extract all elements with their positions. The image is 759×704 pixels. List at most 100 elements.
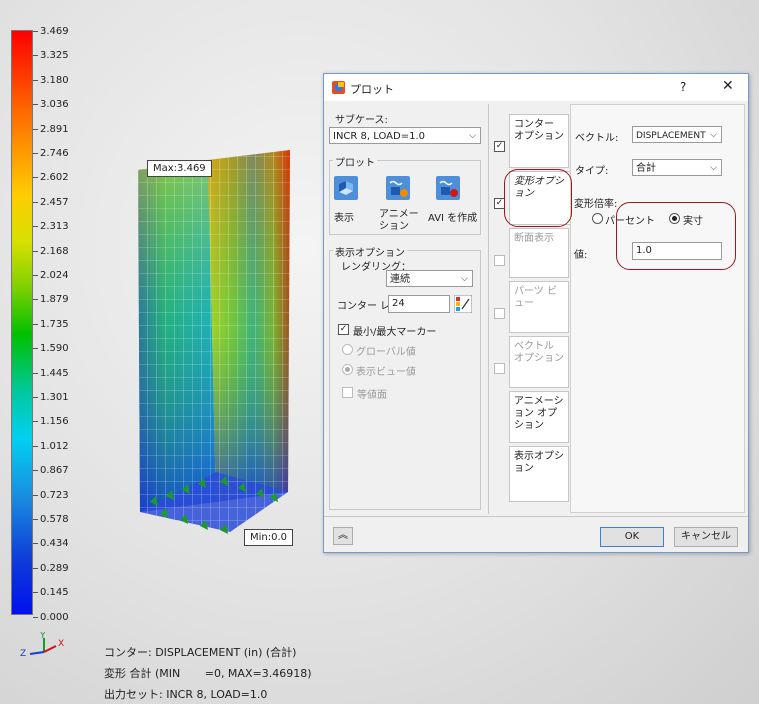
option-tab[interactable]: アニメーション オプション: [509, 391, 569, 443]
scale-label: 変形倍率:: [574, 199, 618, 210]
legend-tick: [33, 567, 38, 569]
display-tool-label: 表示: [334, 213, 354, 224]
tab-enable-checkbox[interactable]: ✓: [494, 141, 505, 152]
display-icon[interactable]: [334, 176, 358, 200]
legend-value: 1.156: [40, 416, 69, 428]
color-palette-icon[interactable]: [454, 295, 472, 313]
legend-tick: [33, 104, 38, 106]
legend-value: 1.301: [40, 392, 69, 403]
tab-enable-checkbox[interactable]: [494, 255, 505, 266]
isosurface-label: 等値面: [357, 390, 387, 401]
legend-value: 2.891: [40, 123, 69, 135]
type-label: タイプ:: [575, 166, 609, 177]
legend-tick: [33, 153, 38, 154]
axis-x-label: X: [58, 639, 64, 649]
type-value: 合計: [636, 163, 656, 174]
chevron-down-icon: ⌵: [461, 274, 468, 284]
dialog-titlebar[interactable]: プロット ? ✕: [324, 74, 748, 101]
contour-legend-bar: [11, 30, 33, 615]
close-button[interactable]: ✕: [722, 78, 734, 94]
legend-tick: [33, 79, 38, 81]
global-value-radio[interactable]: [342, 344, 353, 355]
legend-tick: [33, 421, 38, 423]
tab-enable-checkbox[interactable]: [494, 363, 505, 374]
chevron-down-icon: ⌵: [710, 163, 717, 173]
plot-app-icon: [332, 81, 345, 94]
info-contour: コンター: DISPLACEMENT (in) (合計): [104, 646, 297, 659]
annotation-scale-circle: [616, 202, 736, 270]
cancel-button[interactable]: キャンセル: [674, 527, 738, 547]
tab-enable-checkbox[interactable]: [494, 308, 505, 319]
help-button[interactable]: ?: [680, 80, 686, 94]
legend-tick: [33, 55, 38, 57]
legend-value: 2.168: [40, 245, 69, 257]
legend-tick: [33, 275, 38, 276]
plot-group-title: プロット: [333, 154, 377, 169]
axis-triad: Z Y X: [20, 632, 64, 659]
min-marker: Min:0.0: [244, 529, 294, 546]
chevron-down-icon: ⌵: [710, 130, 717, 140]
column-separator: [488, 104, 489, 514]
legend-tick: [33, 494, 38, 496]
avi-tool-label: AVI を作成: [428, 213, 478, 224]
legend-tick: [33, 445, 38, 447]
legend-tick: [33, 397, 38, 398]
legend-tick: [33, 616, 38, 618]
minmax-marker-checkbox[interactable]: ✓: [338, 324, 349, 335]
ok-button[interactable]: OK: [600, 527, 664, 547]
option-tab[interactable]: 断面表示: [509, 228, 569, 278]
legend-tick: [33, 372, 38, 374]
legend-tick: [33, 128, 38, 130]
type-select[interactable]: 合計 ⌵: [632, 159, 722, 176]
legend-value: 2.024: [40, 270, 69, 281]
legend-tick: [33, 177, 38, 179]
vector-select[interactable]: DISPLACEMENT ⌵: [632, 126, 722, 143]
option-tab[interactable]: ベクトル オプション: [509, 336, 569, 388]
avi-icon[interactable]: [436, 176, 460, 200]
legend-value: 0.145: [40, 587, 69, 599]
vector-label: ベクトル:: [575, 133, 619, 144]
percent-radio[interactable]: [592, 213, 603, 224]
legend-value: 2.602: [40, 172, 69, 184]
isosurface-checkbox[interactable]: [342, 387, 353, 398]
legend-value: 1.590: [40, 343, 69, 355]
legend-value: 0.578: [40, 514, 69, 525]
subcase-label: サブケース:: [335, 115, 388, 126]
max-marker: Max:3.469: [147, 160, 212, 177]
axis-y-label: Y: [39, 632, 46, 641]
legend-value: 2.313: [40, 221, 69, 233]
option-tab[interactable]: 表示オプション: [509, 446, 569, 502]
plot-dialog: プロット ? ✕ サブケース: INCR 8, LOAD=1.0 ⌵ プロット …: [323, 73, 749, 553]
legend-tick: [33, 348, 38, 350]
display-options-title: 表示オプション: [333, 244, 407, 259]
footer-separator: [324, 516, 748, 517]
legend-value: 0.289: [40, 562, 69, 574]
legend-value: 1.735: [40, 318, 69, 330]
contour-level-label: コンター レ: [337, 301, 391, 312]
legend-value: 0.867: [40, 465, 69, 477]
option-tab[interactable]: コンター オプション: [509, 114, 569, 168]
rendering-value: 連続: [390, 274, 410, 285]
legend-tick: [33, 201, 38, 203]
legend-value: 0.434: [40, 538, 69, 550]
legend-value: 1.445: [40, 367, 69, 379]
axis-z-label: Z: [20, 649, 26, 659]
legend-value: 3.325: [40, 50, 69, 62]
legend-tick: [33, 226, 38, 228]
option-tab[interactable]: パーツ ビュー: [509, 281, 569, 333]
dialog-title: プロット: [350, 83, 394, 96]
collapse-button[interactable]: ︽: [333, 527, 353, 545]
animation-icon[interactable]: [386, 176, 410, 200]
legend-value: 3.469: [40, 26, 69, 37]
view-value-radio[interactable]: [342, 364, 353, 375]
legend-tick: [33, 519, 38, 520]
legend-tick: [33, 299, 38, 301]
subcase-select[interactable]: INCR 8, LOAD=1.0 ⌵: [329, 127, 481, 144]
subcase-value: INCR 8, LOAD=1.0: [333, 131, 425, 142]
value-label: 値:: [574, 250, 588, 261]
legend-tick: [33, 470, 38, 472]
contour-level-input[interactable]: 24: [388, 295, 450, 313]
rendering-select[interactable]: 連続 ⌵: [386, 270, 473, 287]
info-output-set: 出力セット: INCR 8, LOAD=1.0: [104, 688, 268, 701]
animation-tool-label: アニメーション: [379, 209, 419, 232]
